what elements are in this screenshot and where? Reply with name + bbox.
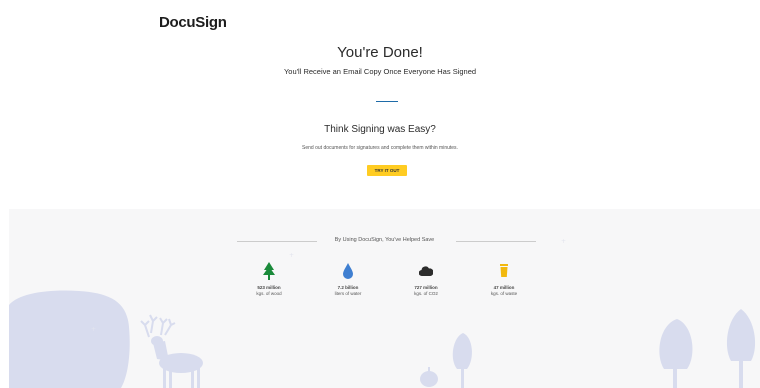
stat-co2: 727 million kgs. of CO2 (396, 262, 456, 296)
impact-section: + + + By Using DocuSign, You've Helped S… (9, 209, 760, 388)
stat-water: 7.2 billion liters of water (318, 262, 378, 296)
stat-value: 7.2 billion (337, 285, 359, 290)
hill-blob (9, 290, 130, 388)
promo-description: Send out documents for signatures and co… (302, 145, 458, 151)
deer-illustration (140, 314, 203, 388)
impact-heading: By Using DocuSign, You've Helped Save (334, 237, 435, 243)
tree-icon (263, 262, 275, 280)
tree-illustration-right-1 (659, 319, 693, 388)
stat-unit: kgs. of wood (256, 291, 282, 296)
stat-value: 523 million (257, 285, 281, 290)
stat-waste: 47 million kgs. of waste (474, 262, 534, 296)
svg-text:+: + (91, 326, 96, 333)
stat-value: 47 million (493, 285, 515, 290)
landscape-illustration: + + + (9, 238, 756, 388)
try-it-out-button[interactable]: TRY IT OUT (367, 165, 407, 176)
stat-value: 727 million (414, 285, 438, 290)
tree-illustration-center (452, 333, 472, 388)
trash-can-icon (500, 264, 508, 277)
page-subtitle: You'll Receive an Email Copy Once Everyo… (283, 67, 477, 76)
tree-illustration-right-2 (726, 309, 756, 388)
svg-text:+: + (289, 252, 294, 259)
stat-unit: liters of water (334, 291, 362, 296)
page-title: You're Done! (337, 44, 423, 61)
bush-illustration (420, 367, 438, 387)
accent-divider (376, 101, 398, 102)
stat-unit: kgs. of CO2 (414, 291, 438, 296)
promo-title: Think Signing was Easy? (324, 124, 436, 135)
docusign-logo: DocuSign (159, 14, 227, 31)
stat-unit: kgs. of waste (490, 291, 518, 296)
water-drop-icon (343, 263, 353, 279)
stat-wood: 523 million kgs. of wood (239, 262, 299, 296)
docusign-completion-page: DocuSign You're Done! You'll Receive an … (0, 0, 760, 388)
cloud-icon (419, 266, 433, 277)
